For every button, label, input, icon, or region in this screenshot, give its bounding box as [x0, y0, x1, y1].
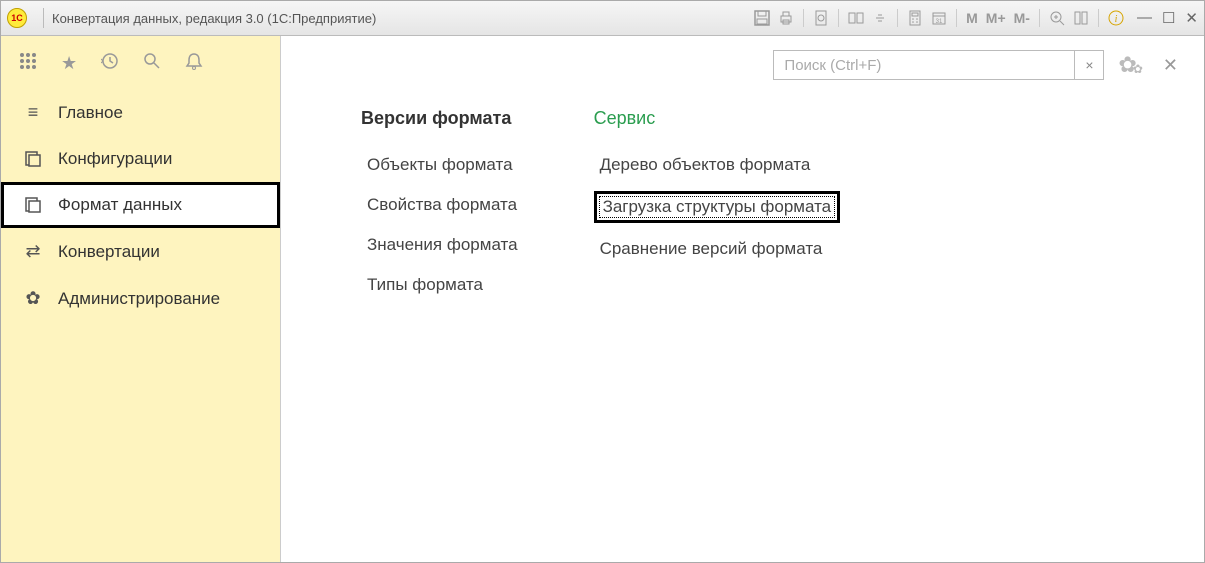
link-compare-versions[interactable]: Сравнение версий формата	[594, 235, 841, 263]
nav-label: Главное	[58, 103, 123, 123]
gear-icon: ✿	[22, 288, 44, 309]
nav-label: Конвертации	[58, 242, 160, 262]
link-format-objects[interactable]: Объекты формата	[361, 151, 524, 179]
nav-list: ≡ Главное Конфигурации Формат данных	[1, 89, 280, 322]
column-title: Сервис	[594, 108, 841, 129]
window-title: Конвертация данных, редакция 3.0 (1С:Пре…	[52, 11, 376, 26]
app-window: 1C Конвертация данных, редакция 3.0 (1С:…	[0, 0, 1205, 563]
nav-label: Формат данных	[58, 195, 182, 215]
panels-icon[interactable]	[1072, 9, 1090, 27]
main-panel: × ✿✿ ✕ Версии формата Объекты формата Св…	[281, 36, 1204, 562]
preview-icon[interactable]	[812, 9, 830, 27]
link-icon[interactable]	[871, 9, 889, 27]
print-icon[interactable]	[777, 9, 795, 27]
close-button[interactable]: ✕	[1185, 9, 1198, 27]
memory-m-button[interactable]: M	[965, 10, 979, 26]
titlebar-toolbar: 31 M M+ M- i	[753, 9, 1125, 27]
compare-icon[interactable]	[847, 9, 865, 27]
column-format-versions: Версии формата Объекты формата Свойства …	[361, 108, 524, 299]
zoom-icon[interactable]	[1048, 9, 1066, 27]
memory-mminus-button[interactable]: M-	[1013, 10, 1031, 26]
titlebar-divider	[43, 8, 44, 28]
nav-item-main[interactable]: ≡ Главное	[1, 89, 280, 136]
nav-item-data-format[interactable]: Формат данных	[1, 182, 280, 228]
bell-icon[interactable]	[185, 52, 203, 75]
save-icon[interactable]	[753, 9, 771, 27]
column-title: Версии формата	[361, 108, 524, 129]
titlebar: 1C Конвертация данных, редакция 3.0 (1С:…	[1, 1, 1204, 36]
nav-item-configurations[interactable]: Конфигурации	[1, 136, 280, 182]
svg-text:i: i	[1115, 14, 1118, 25]
calendar-icon[interactable]: 31	[930, 9, 948, 27]
link-load-structure[interactable]: Загрузка структуры формата	[594, 191, 841, 223]
history-icon[interactable]	[101, 52, 119, 75]
copy-icon	[22, 196, 44, 214]
apps-icon[interactable]	[19, 52, 37, 75]
menu-icon: ≡	[22, 102, 44, 123]
search-box: ×	[773, 50, 1104, 80]
svg-text:31: 31	[936, 19, 943, 25]
nav-label: Конфигурации	[58, 149, 172, 169]
app-icon: 1C	[7, 8, 27, 28]
info-icon[interactable]: i	[1107, 9, 1125, 27]
nav-item-conversions[interactable]: ⇄ Конвертации	[1, 228, 280, 275]
swap-icon: ⇄	[22, 241, 44, 262]
memory-mplus-button[interactable]: M+	[985, 10, 1007, 26]
content-columns: Версии формата Объекты формата Свойства …	[301, 108, 1184, 299]
nav-label: Администрирование	[58, 289, 220, 309]
stack-icon	[22, 150, 44, 168]
column-service: Сервис Дерево объектов формата Загрузка …	[594, 108, 841, 299]
nav-item-administration[interactable]: ✿ Администрирование	[1, 275, 280, 322]
search-icon[interactable]	[143, 52, 161, 75]
search-input[interactable]	[774, 51, 1074, 79]
link-format-types[interactable]: Типы формата	[361, 271, 524, 299]
link-format-values[interactable]: Значения формата	[361, 231, 524, 259]
link-object-tree[interactable]: Дерево объектов формата	[594, 151, 841, 179]
sidebar: ★ ≡ Главное	[1, 36, 281, 562]
minimize-button[interactable]: —	[1137, 9, 1152, 27]
gear-small-icon: ✿	[1133, 62, 1143, 76]
panel-close-button[interactable]: ✕	[1157, 55, 1184, 76]
sidebar-toolbar: ★	[1, 44, 280, 89]
main-toolbar: × ✿✿ ✕	[301, 50, 1184, 80]
star-icon[interactable]: ★	[61, 53, 77, 74]
link-format-properties[interactable]: Свойства формата	[361, 191, 524, 219]
search-clear-button[interactable]: ×	[1074, 51, 1103, 79]
maximize-button[interactable]: ☐	[1162, 9, 1175, 27]
calculator-icon[interactable]	[906, 9, 924, 27]
window-controls: — ☐ ✕	[1137, 9, 1198, 27]
page-settings-button[interactable]: ✿✿	[1114, 52, 1147, 78]
